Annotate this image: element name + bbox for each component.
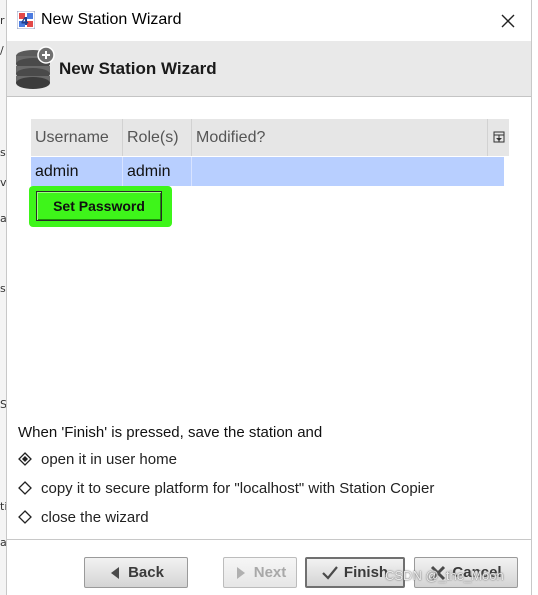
wizard-dialog: 4 New Station Wizard New Station Wizard … [6,0,532,595]
radio-selected-icon[interactable] [18,452,32,466]
cell-modified [192,157,504,186]
close-button[interactable] [493,6,523,36]
option-label: close the wizard [41,508,149,526]
option-close-wizard[interactable]: close the wizard [18,506,149,528]
title-bar[interactable]: 4 New Station Wizard [7,0,531,41]
wizard-header: New Station Wizard [7,41,531,97]
radio-unselected-icon[interactable] [18,510,32,524]
cell-username: admin [31,157,123,186]
cancel-button[interactable]: Cancel [414,557,518,588]
footer-divider [7,539,531,540]
next-button-label: Next [253,564,287,581]
set-password-button[interactable]: Set Password [36,191,162,221]
option-label: open it in user home [41,450,177,468]
svg-text:4: 4 [21,15,29,28]
station-database-icon [16,46,55,89]
background-text: s [0,146,6,159]
close-icon [501,14,515,28]
option-label: copy it to secure platform for "localhos… [41,479,435,497]
back-button-label: Back [128,564,164,581]
column-header-username[interactable]: Username [31,119,123,156]
cancel-x-icon [431,565,446,580]
next-button[interactable]: Next [223,557,297,588]
back-button[interactable]: Back [84,557,188,588]
cell-roles: admin [123,157,192,186]
users-table: Username Role(s) Modified? admin admin [31,119,509,189]
cancel-button-label: Cancel [452,564,502,581]
window-title: New Station Wizard [41,11,182,28]
column-chooser-button[interactable] [489,125,509,149]
column-chooser-icon [493,131,505,143]
table-row[interactable]: admin admin [31,157,504,186]
table-header: Username Role(s) Modified? [31,119,509,156]
background-text: s [0,282,6,295]
option-open-in-user-home[interactable]: open it in user home [18,448,177,470]
finish-prompt: When 'Finish' is pressed, save the stati… [18,424,323,441]
column-header-modified[interactable]: Modified? [192,119,488,156]
arrow-left-icon [111,566,120,579]
background-text: r [0,14,5,27]
finish-button-label: Finish [343,564,389,581]
app-icon: 4 [17,11,35,29]
option-copy-to-secure-platform[interactable]: copy it to secure platform for "localhos… [18,477,434,499]
finish-button[interactable]: Finish [305,557,405,588]
checkmark-icon [322,565,338,580]
column-header-roles[interactable]: Role(s) [123,119,192,156]
background-text: / [0,44,4,57]
arrow-right-icon [236,566,245,579]
radio-unselected-icon[interactable] [18,481,32,495]
wizard-heading: New Station Wizard [59,59,217,78]
